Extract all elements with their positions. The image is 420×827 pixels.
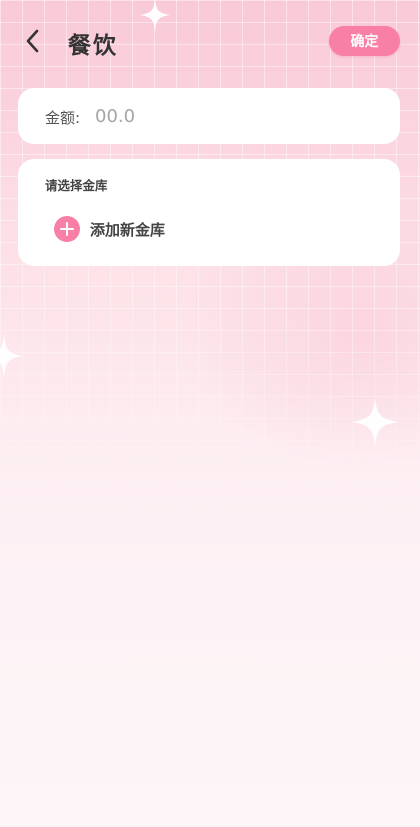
- vault-selection-card: 请选择金库 添加新金库: [18, 159, 400, 266]
- sparkle-icon: [352, 398, 398, 446]
- plus-circle-icon: [54, 216, 80, 242]
- add-vault-label: 添加新金库: [90, 220, 166, 239]
- vault-section-label: 请选择金库: [45, 178, 108, 193]
- sparkle-icon: [0, 334, 22, 378]
- page-title: 餐饮: [68, 33, 118, 59]
- back-button[interactable]: [16, 24, 50, 58]
- amount-label: 金额:: [45, 109, 81, 127]
- amount-card: 金额:: [18, 88, 400, 144]
- chevron-left-icon: [26, 29, 39, 53]
- confirm-button[interactable]: 确定: [329, 26, 400, 56]
- amount-input[interactable]: [95, 101, 375, 131]
- add-vault-button[interactable]: 添加新金库: [54, 215, 165, 243]
- header-bar: 餐饮 确定: [0, 0, 420, 82]
